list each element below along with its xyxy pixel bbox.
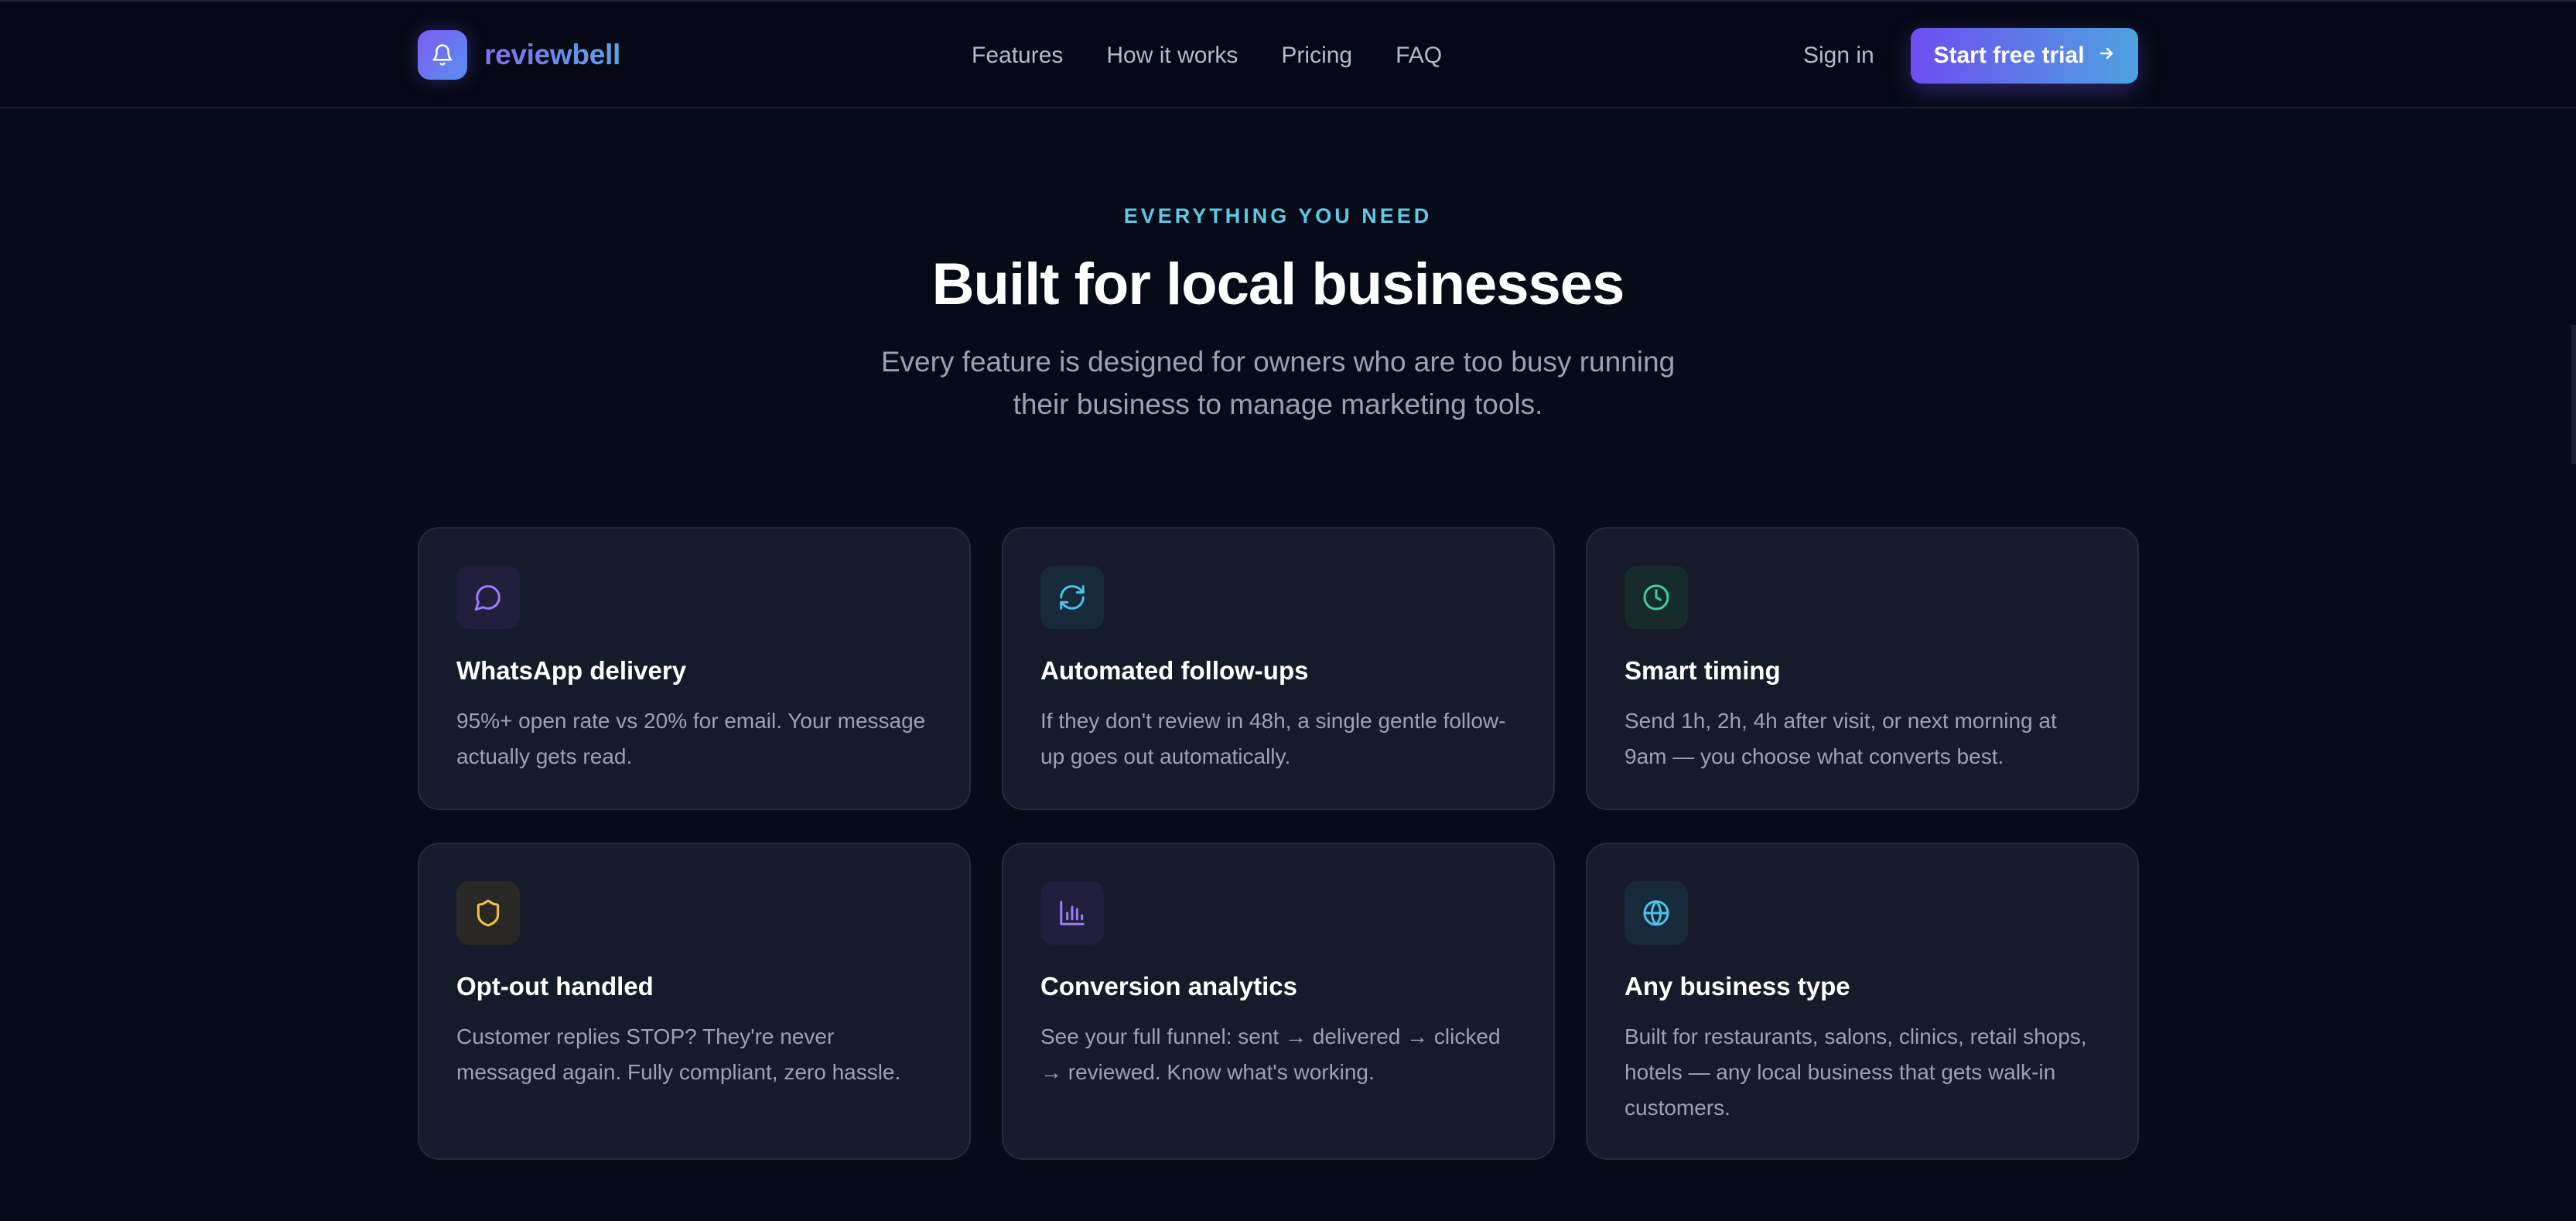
feature-description: See your full funnel: sent → delivered →… <box>1040 1024 1501 1084</box>
feature-card-any-business-type: Any business type Built for restaurants,… <box>1586 843 2139 1160</box>
section-subtitle: Every feature is designed for owners who… <box>880 346 1676 420</box>
top-navigation-bar: reviewbell Features How it works Pricing… <box>0 0 2576 108</box>
brand-name: reviewbell <box>484 39 620 70</box>
feature-title: Smart timing <box>1625 656 1781 685</box>
page-scrollbar[interactable] <box>2571 325 2576 464</box>
brand-home-link[interactable]: reviewbell <box>418 29 620 80</box>
nav-link-pricing[interactable]: Pricing <box>1281 43 1352 69</box>
clock-icon <box>1625 566 1688 629</box>
main-nav: Features How it works Pricing FAQ <box>972 40 1442 71</box>
arrow-right-icon <box>2097 43 2116 69</box>
feature-description: Built for restaurants, salons, clinics, … <box>1625 1024 2087 1120</box>
section-eyebrow: EVERYTHING YOU NEED <box>1123 204 1433 227</box>
feature-title: Any business type <box>1625 972 1850 1000</box>
feature-title: Automated follow-ups <box>1040 656 1309 685</box>
feature-card-conversion-analytics: Conversion analytics See your full funne… <box>1002 843 1555 1160</box>
feature-card-smart-timing: Smart timing Send 1h, 2h, 4h after visit… <box>1586 527 2139 810</box>
feature-grid: WhatsApp delivery 95%+ open rate vs 20% … <box>418 527 2140 1160</box>
nav-link-how-it-works[interactable]: How it works <box>1106 43 1238 69</box>
cta-label: Start free trial <box>1933 43 2085 68</box>
feature-description: If they don't review in 48h, a single ge… <box>1040 709 1506 768</box>
message-circle-icon <box>456 566 520 629</box>
start-free-trial-button[interactable]: Start free trial <box>1911 28 2138 84</box>
refresh-icon <box>1040 566 1104 629</box>
globe-icon <box>1625 881 1688 945</box>
feature-title: WhatsApp delivery <box>456 656 687 685</box>
shield-icon <box>456 881 520 945</box>
sign-in-link[interactable]: Sign in <box>1803 40 1874 71</box>
feature-title: Conversion analytics <box>1040 972 1297 1000</box>
bell-icon <box>418 30 467 80</box>
feature-card-whatsapp-delivery: WhatsApp delivery 95%+ open rate vs 20% … <box>418 527 971 810</box>
nav-link-faq[interactable]: FAQ <box>1396 43 1442 69</box>
feature-description: 95%+ open rate vs 20% for email. Your me… <box>456 709 926 768</box>
feature-card-opt-out-handled: Opt-out handled Customer replies STOP? T… <box>418 843 971 1160</box>
section-title: Built for local businesses <box>931 251 1625 317</box>
feature-card-automated-follow-ups: Automated follow-ups If they don't revie… <box>1002 527 1555 810</box>
feature-title: Opt-out handled <box>456 972 654 1000</box>
bar-chart-icon <box>1040 881 1104 945</box>
feature-description: Customer replies STOP? They're never mes… <box>456 1024 901 1084</box>
nav-link-features[interactable]: Features <box>972 43 1063 69</box>
feature-description: Send 1h, 2h, 4h after visit, or next mor… <box>1625 709 2057 768</box>
